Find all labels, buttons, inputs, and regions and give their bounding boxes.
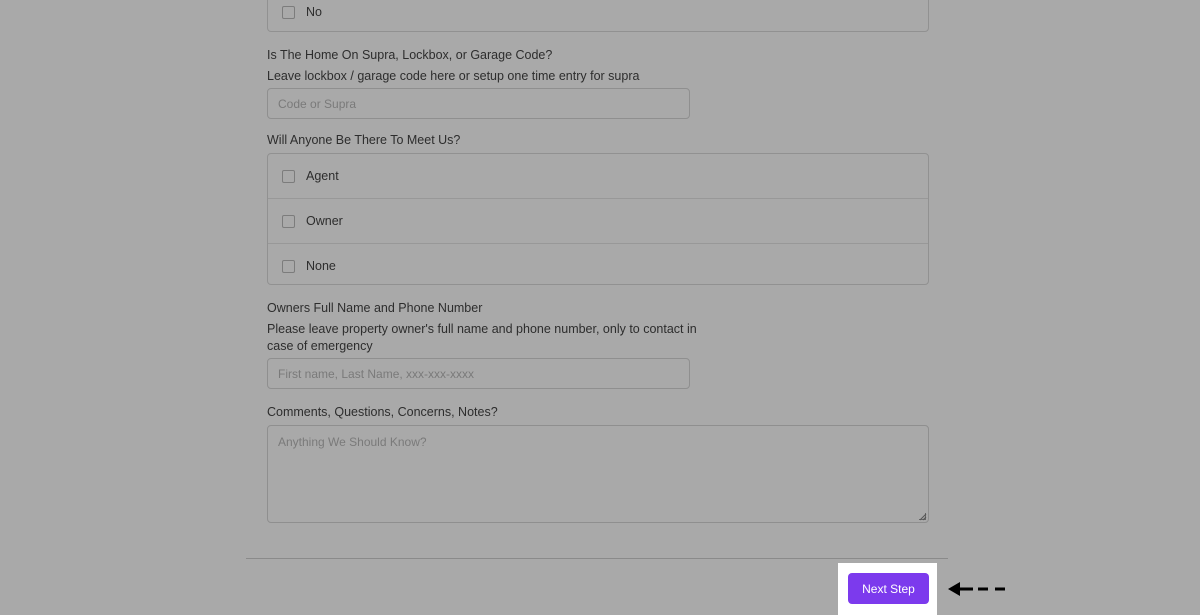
- option-owner[interactable]: Owner: [268, 198, 928, 243]
- checkbox-none[interactable]: [282, 259, 295, 273]
- option-none[interactable]: None: [268, 243, 928, 288]
- owner-help-text: Please leave property owner's full name …: [267, 322, 697, 353]
- option-none-label: None: [306, 259, 336, 273]
- left-arrow-icon: [948, 582, 1005, 596]
- comments-textarea[interactable]: Anything We Should Know?: [267, 425, 929, 523]
- footer-divider: [246, 558, 948, 559]
- option-owner-label: Owner: [306, 214, 343, 228]
- prev-question-options: No: [267, 0, 929, 32]
- option-no-label: No: [306, 5, 322, 19]
- access-code-placeholder: Code or Supra: [278, 96, 357, 111]
- option-agent[interactable]: Agent: [268, 154, 928, 198]
- comments-placeholder: Anything We Should Know?: [278, 435, 427, 449]
- resize-grip-icon[interactable]: [919, 513, 927, 521]
- option-no[interactable]: No: [268, 0, 928, 33]
- comments-question-label: Comments, Questions, Concerns, Notes?: [267, 405, 498, 419]
- checkbox-no[interactable]: [282, 6, 295, 19]
- checkbox-agent[interactable]: [282, 169, 295, 183]
- owner-contact-placeholder: First name, Last Name, xxx-xxx-xxxx: [278, 366, 475, 381]
- meet-question-label: Will Anyone Be There To Meet Us?: [267, 133, 461, 147]
- access-help-text: Leave lockbox / garage code here or setu…: [267, 69, 640, 83]
- access-question-label: Is The Home On Supra, Lockbox, or Garage…: [267, 48, 553, 62]
- owner-question-label: Owners Full Name and Phone Number: [267, 301, 483, 315]
- meet-options: Agent Owner None: [267, 153, 929, 285]
- checkbox-owner[interactable]: [282, 214, 295, 228]
- owner-contact-input[interactable]: First name, Last Name, xxx-xxx-xxxx: [267, 358, 690, 389]
- access-code-input[interactable]: Code or Supra: [267, 88, 690, 119]
- option-agent-label: Agent: [306, 169, 339, 183]
- next-step-button[interactable]: Next Step: [848, 573, 929, 604]
